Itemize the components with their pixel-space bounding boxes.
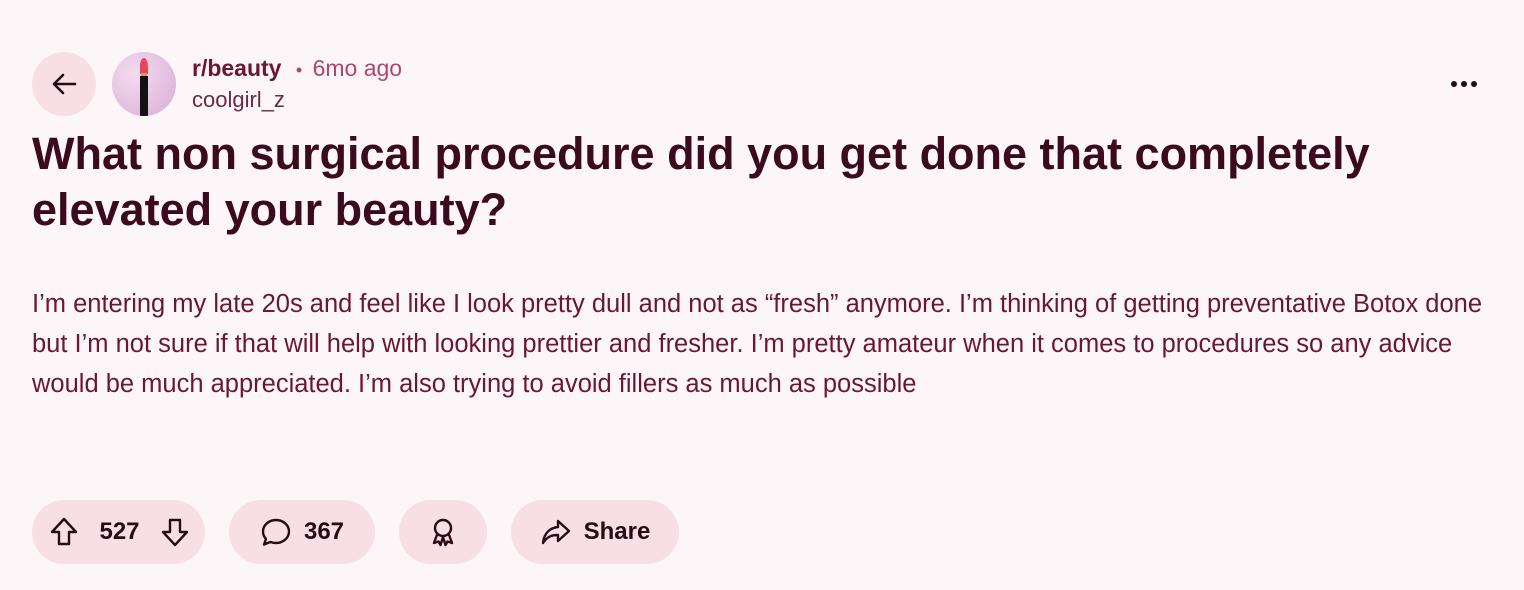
post-actions: 527 367 Share — [32, 500, 679, 564]
post-title[interactable]: What non surgical procedure did you get … — [32, 126, 1472, 238]
downvote-arrow-icon — [161, 518, 189, 547]
share-button[interactable]: Share — [511, 500, 679, 564]
upvote-arrow-icon — [50, 517, 78, 546]
downvote-button[interactable] — [159, 516, 191, 548]
vote-control: 527 — [32, 500, 205, 564]
post-time: 6mo ago — [312, 55, 403, 81]
share-arrow-icon — [541, 519, 570, 545]
meta-separator: • — [295, 60, 303, 80]
post-meta: r/beauty • 6mo ago coolgirl_z — [192, 54, 402, 114]
more-options-button[interactable] — [1436, 60, 1492, 108]
share-label: Share — [583, 518, 651, 545]
subreddit-name[interactable]: r/beauty — [192, 55, 281, 81]
back-button[interactable] — [32, 52, 96, 116]
more-options-icon — [1451, 81, 1477, 87]
vote-count: 527 — [99, 518, 140, 545]
award-icon — [432, 518, 454, 547]
upvote-button[interactable] — [48, 516, 80, 548]
post-body: I’m entering my late 20s and feel like I… — [32, 290, 1483, 398]
back-arrow-icon — [52, 73, 77, 95]
award-button[interactable] — [399, 500, 487, 564]
comments-button[interactable]: 367 — [229, 500, 375, 564]
lipstick-image — [140, 58, 148, 116]
subreddit-avatar[interactable] — [112, 52, 176, 116]
comment-bubble-icon — [261, 518, 291, 546]
comment-count: 367 — [303, 518, 345, 545]
author-name[interactable]: coolgirl_z — [192, 86, 402, 114]
